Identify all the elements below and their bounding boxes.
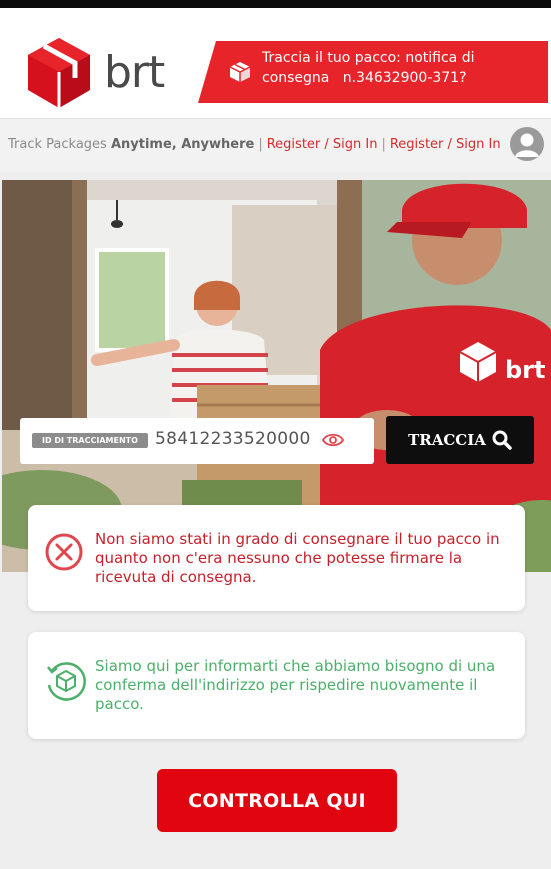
- address-info-card: Siamo qui per informarti che abbiamo bis…: [28, 632, 525, 739]
- top-bar: [0, 0, 551, 8]
- tagline-prefix: Track Packages: [8, 137, 107, 152]
- tracking-notice-banner[interactable]: Traccia il tuo pacco: notifica di conseg…: [198, 41, 548, 103]
- user-avatar-icon[interactable]: [510, 127, 544, 161]
- track-button[interactable]: TRACCIA: [386, 416, 534, 464]
- separator: |: [381, 137, 386, 152]
- package-return-icon: [47, 662, 86, 701]
- register-signin-link-2[interactable]: Register / Sign In: [390, 137, 501, 152]
- eye-icon[interactable]: [322, 432, 344, 448]
- tagline-bold: Anytime, Anywhere: [110, 137, 255, 152]
- error-message: Non siamo stati in grado di consegnare i…: [95, 530, 500, 586]
- error-x-icon: [45, 533, 83, 571]
- brt-cube-icon: [28, 38, 90, 108]
- register-signin-link[interactable]: Register / Sign In: [267, 137, 378, 152]
- check-here-button[interactable]: CONTROLLA QUI: [157, 769, 397, 832]
- delivery-error-card: Non siamo stati in grado di consegnare i…: [28, 505, 525, 611]
- search-icon: [492, 430, 512, 450]
- header: brt Traccia il tuo pacco: notifica di co…: [0, 8, 551, 118]
- info-message: Siamo qui per informarti che abbiamo bis…: [95, 657, 496, 713]
- logo-text: brt: [104, 47, 165, 98]
- package-icon: [229, 62, 251, 82]
- brt-logo[interactable]: brt: [28, 38, 165, 108]
- notice-text: Traccia il tuo pacco: notifica di conseg…: [262, 50, 479, 86]
- track-button-label: TRACCIA: [408, 431, 486, 449]
- tracking-input-box[interactable]: ID DI TRACCIAMENTO 58412233520000: [20, 418, 374, 464]
- separator: |: [258, 137, 263, 152]
- uniform-logo-text: brt: [505, 356, 546, 384]
- tracking-number-field[interactable]: 58412233520000: [155, 429, 311, 449]
- account-bar-text: Track Packages Anytime, Anywhere | Registe…: [8, 137, 501, 152]
- tracking-id-label: ID DI TRACCIAMENTO: [32, 433, 148, 448]
- account-bar: Track Packages Anytime, Anywhere | Registe…: [0, 118, 551, 172]
